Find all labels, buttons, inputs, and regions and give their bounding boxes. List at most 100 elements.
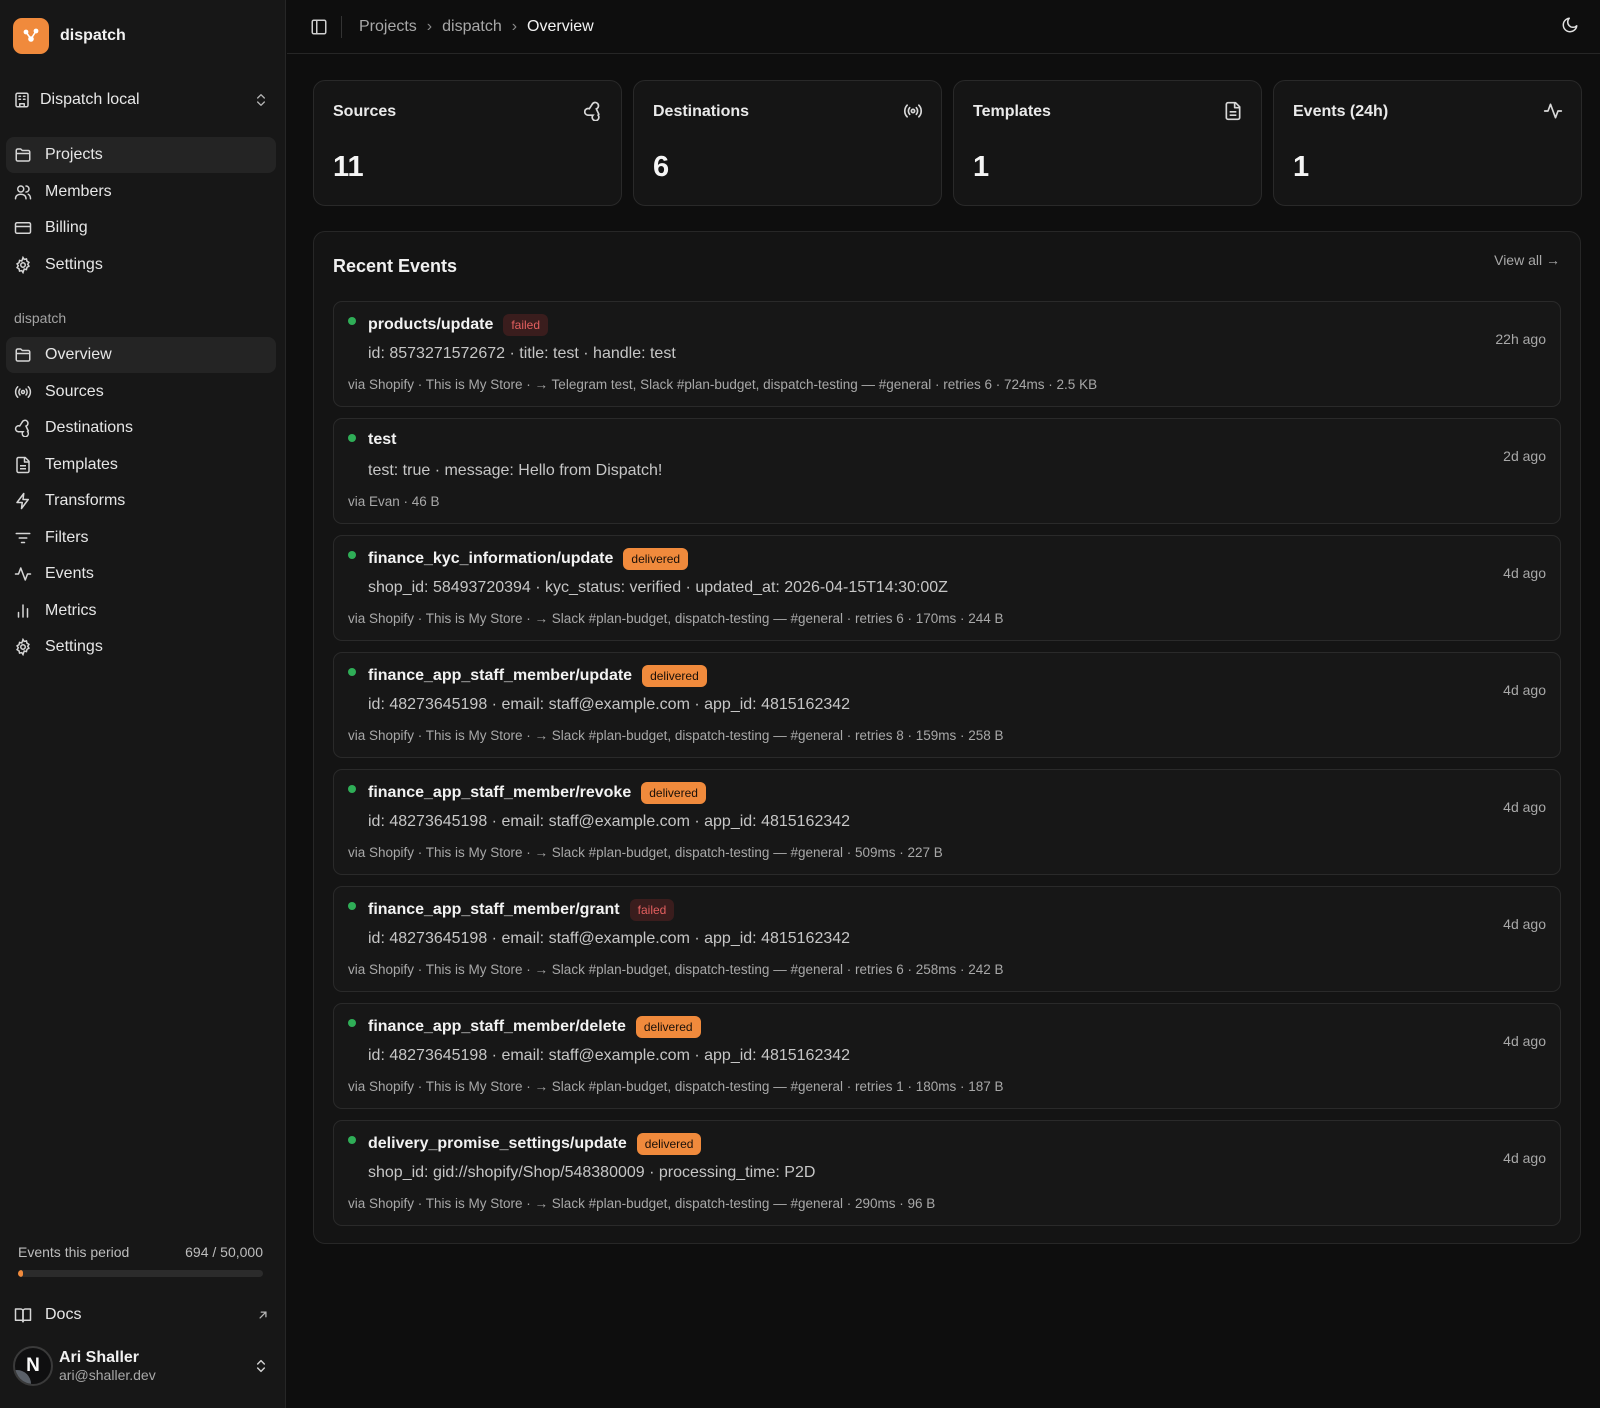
view-all-link[interactable]: View all → [1494,252,1560,268]
nav-item-destinations[interactable]: Destinations [6,410,276,446]
status-badge: delivered [636,1133,702,1155]
stat-card-destinations[interactable]: Destinations 6 [633,80,942,206]
event-time: 4d ago [1503,916,1546,932]
nav-item-events[interactable]: Events [6,556,276,592]
event-meta: via Shopify · This is My Store · → Slack… [348,728,1004,743]
webhook-icon [14,419,32,437]
nav-label: Templates [45,455,118,473]
status-dot [348,902,356,910]
stat-card-templates[interactable]: Templates 1 [953,80,1262,206]
event-time: 2d ago [1503,448,1546,464]
event-name: finance_app_staff_member/revoke [368,784,632,801]
nav-label: Overview [45,346,112,363]
event-row[interactable]: delivery_promise_settings/update deliver… [333,1120,1561,1226]
usage-meter: Events this period 694 / 50,000 [18,1244,263,1277]
status-dot [348,317,356,325]
avatar-initial: N [26,1355,40,1376]
docs-label: Docs [45,1306,82,1323]
stat-value: 6 [653,151,670,183]
event-row[interactable]: finance_app_staff_member/grant failed id… [333,886,1561,992]
nav-label: Members [45,182,112,200]
filter-icon [14,529,32,547]
activity-icon [1543,101,1563,121]
event-row[interactable]: test test: true · message: Hello from Di… [333,418,1561,524]
event-row[interactable]: finance_app_staff_member/delete delivere… [333,1003,1561,1109]
brand[interactable]: dispatch [13,18,126,54]
nav-label: Projects [45,146,103,163]
nav-label: Metrics [45,601,97,619]
nav-item-project-settings[interactable]: Settings [6,629,276,665]
stat-value: 1 [1293,151,1310,183]
status-dot [348,668,356,676]
folder-icon [14,146,32,164]
event-summary: id: 8573271572672 · title: test · handle… [368,345,676,362]
status-badge: delivered [642,665,707,687]
event-time: 4d ago [1503,682,1546,698]
nav-label: Destinations [45,419,134,436]
bolt-icon [14,492,32,510]
event-summary: id: 48273645198 · email: staff@example.c… [368,1047,851,1064]
breadcrumb-projects[interactable]: Projects [359,18,417,36]
activity-icon [14,565,32,583]
credit-card-icon [14,219,32,237]
workspace-switcher[interactable]: Dispatch local [13,84,269,116]
nav-item-billing[interactable]: Billing [6,210,276,246]
nav-item-projects[interactable]: Projects [6,137,276,173]
event-meta: via Shopify · This is My Store · → Slack… [348,1079,1004,1094]
workspace-name: Dispatch local [40,91,140,108]
nav-item-settings[interactable]: Settings [6,247,276,283]
status-badge: failed [629,899,675,921]
event-row[interactable]: finance_app_staff_member/revoke delivere… [333,769,1561,875]
folder-icon [14,346,32,364]
event-name: products/update [368,316,494,333]
event-meta: via Evan · 46 B [348,494,440,509]
status-badge: failed [503,314,549,336]
event-row[interactable]: finance_app_staff_member/update delivere… [333,652,1561,758]
usage-progress-fill [18,1270,23,1277]
topbar: Projects › dispatch › Overview [287,0,1600,54]
dispatch-logo-icon [13,18,49,54]
stat-card-sources[interactable]: Sources 11 [313,80,622,206]
nav-label: Settings [45,255,103,273]
theme-toggle-button[interactable] [1561,16,1583,38]
recent-events-title: Recent Events [333,256,458,276]
nav-label: Billing [45,219,88,236]
stat-card-events-24h[interactable]: Events (24h) 1 [1273,80,1582,206]
chevrons-up-down-icon [253,92,269,108]
webhook-icon [583,101,603,121]
usage-label: Events this period [18,1244,130,1260]
event-summary: id: 48273645198 · email: staff@example.c… [368,930,851,947]
sidebar-toggle-button[interactable] [307,15,331,39]
breadcrumb: Projects › dispatch › Overview [359,18,594,36]
nav-item-templates[interactable]: Templates [6,447,276,483]
docs-link[interactable]: Docs [6,1297,270,1333]
event-row[interactable]: finance_kyc_information/update delivered… [333,535,1561,641]
event-summary: id: 48273645198 · email: staff@example.c… [368,813,851,830]
event-row[interactable]: products/update failed id: 8573271572672… [333,301,1561,407]
users-icon [14,183,32,201]
breadcrumb-project[interactable]: dispatch [442,18,502,36]
topbar-divider [341,15,342,38]
stat-title: Templates [973,103,1051,120]
event-meta: via Shopify · This is My Store · → Slack… [348,962,1004,977]
usage-progress-bar [18,1270,263,1277]
status-dot [348,551,356,559]
status-dot [348,785,356,793]
nav-item-filters[interactable]: Filters [6,520,276,556]
status-badge: delivered [635,1016,701,1038]
nav-item-members[interactable]: Members [6,174,276,210]
recent-events-panel: Recent Events View all → products/update… [313,231,1581,1244]
nav-item-sources[interactable]: Sources [6,374,276,410]
breadcrumb-current: Overview [527,17,594,35]
nav-item-metrics[interactable]: Metrics [6,593,276,629]
stat-title: Events (24h) [1293,103,1389,120]
status-badge: delivered [623,548,689,570]
status-dot [348,1019,356,1027]
nav-item-transforms[interactable]: Transforms [6,483,276,519]
nav-item-overview[interactable]: Overview [6,337,276,373]
main-nav: Projects Members Billing Settings [6,137,276,283]
user-menu[interactable]: N Ari Shaller ari@shaller.dev [13,1343,269,1389]
sidebar-toggle-icon [310,18,328,36]
gear-icon [14,638,32,656]
breadcrumb-separator-icon: › [511,17,518,35]
